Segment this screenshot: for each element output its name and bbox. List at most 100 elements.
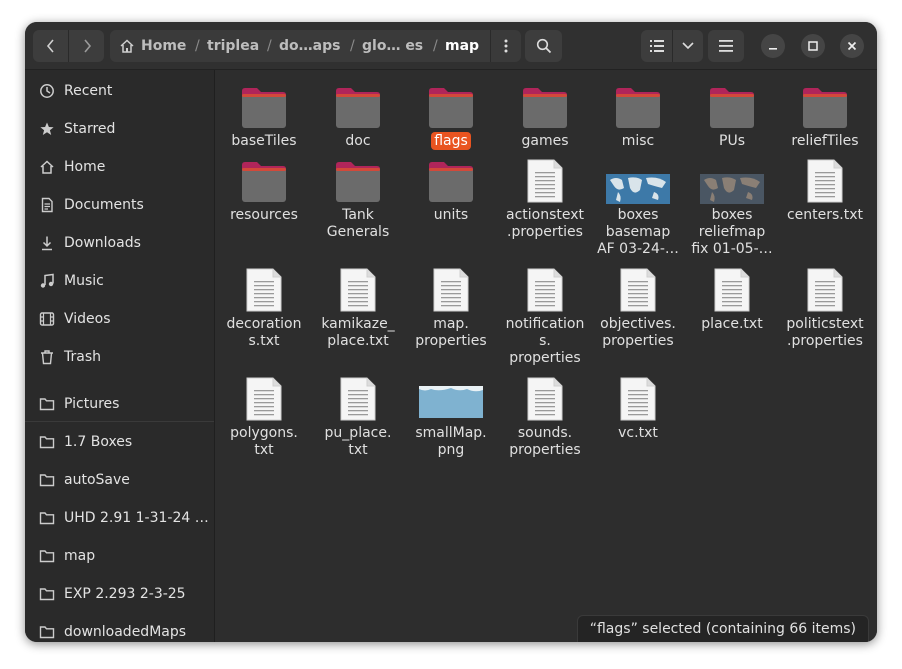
file-name: centers.txt — [786, 207, 864, 223]
file-name: objectives. properties — [600, 316, 676, 349]
file-name: politicstext .properties — [786, 316, 864, 349]
text-file-icon — [714, 268, 750, 312]
text-file-icon — [620, 377, 656, 421]
file-name: sounds. properties — [509, 425, 581, 458]
file-item[interactable]: decoration s.txt — [218, 261, 310, 366]
video-icon — [39, 312, 55, 326]
file-icon-box — [779, 267, 871, 313]
file-icon-box — [592, 267, 684, 313]
sidebar-item-starred[interactable]: Starred — [25, 110, 214, 148]
file-icon-box — [499, 267, 591, 313]
file-item[interactable]: actionstext .properties — [499, 152, 591, 257]
file-name: baseTiles — [231, 133, 297, 149]
file-item[interactable]: centers.txt — [779, 152, 871, 257]
text-file-icon — [807, 268, 843, 312]
file-icon-box — [405, 267, 497, 313]
text-file-icon — [527, 159, 563, 203]
maximize-button[interactable] — [801, 34, 825, 58]
sidebar-bookmark-1-7-boxes[interactable]: 1.7 Boxes — [25, 423, 214, 461]
folder-icon — [429, 88, 473, 128]
file-name: vc.txt — [618, 425, 658, 441]
file-item[interactable]: map. properties — [405, 261, 497, 366]
folder-icon — [710, 88, 754, 128]
file-item[interactable]: smallMap. png — [405, 370, 497, 475]
sidebar-item-label: Home — [64, 159, 106, 175]
file-grid: “flags” selected (containing 66 items) b… — [215, 70, 877, 642]
file-icon-box — [779, 87, 871, 129]
sidebar-item-videos[interactable]: Videos — [25, 300, 214, 338]
home-icon — [120, 39, 134, 53]
sidebar-item-documents[interactable]: Documents — [25, 186, 214, 224]
breadcrumb-home[interactable]: Home — [141, 30, 186, 62]
sidebar-bookmark-exp[interactable]: EXP 2.293 2-3-25 — [25, 575, 214, 613]
file-item[interactable]: objectives. properties — [592, 261, 684, 366]
file-name-selected: flags — [431, 132, 471, 150]
text-file-icon — [246, 377, 282, 421]
sidebar-bookmark-map[interactable]: map — [25, 537, 214, 575]
breadcrumb-global-boxes[interactable]: glo… es — [362, 30, 423, 62]
file-item[interactable]: Tank Generals — [312, 152, 404, 257]
file-item[interactable]: pu_place. txt — [312, 370, 404, 475]
file-icon-box — [499, 376, 591, 422]
folder-icon — [39, 398, 55, 411]
file-item[interactable]: resources — [218, 152, 310, 257]
list-view-button[interactable] — [641, 30, 672, 62]
file-icon-box — [686, 174, 778, 204]
folder-icon — [39, 474, 55, 487]
file-item[interactable]: boxes reliefmap fix 01-05-… — [686, 152, 778, 257]
file-item[interactable]: units — [405, 152, 497, 257]
file-item[interactable]: vc.txt — [592, 370, 684, 475]
sidebar-item-downloads[interactable]: Downloads — [25, 224, 214, 262]
minimize-button[interactable] — [761, 34, 785, 58]
sidebar-bookmark-pictures[interactable]: Pictures — [25, 385, 214, 423]
file-item[interactable]: notification s. properties — [499, 261, 591, 366]
chevron-left-icon — [46, 39, 54, 53]
file-icon-box — [592, 87, 684, 129]
breadcrumb-triplea[interactable]: triplea — [207, 30, 259, 62]
sidebar-item-label: downloadedMaps — [64, 624, 187, 640]
sidebar-item-label: Downloads — [64, 235, 141, 251]
sidebar-item-music[interactable]: Music — [25, 262, 214, 300]
view-options-button[interactable] — [673, 30, 703, 62]
file-name: PUs — [719, 133, 745, 149]
breadcrumb-map[interactable]: map — [445, 30, 479, 62]
breadcrumb-separator: / — [350, 38, 355, 54]
sidebar-bookmark-downloadedmaps[interactable]: downloadedMaps — [25, 613, 214, 642]
main-menu-button[interactable] — [708, 30, 744, 62]
file-name: decoration s.txt — [226, 316, 302, 349]
file-item[interactable]: sounds. properties — [499, 370, 591, 475]
file-item[interactable]: politicstext .properties — [779, 261, 871, 366]
breadcrumb-downloadedmaps[interactable]: do…aps — [279, 30, 340, 62]
file-item[interactable]: boxes basemap AF 03-24-… — [592, 152, 684, 257]
back-button[interactable] — [33, 30, 68, 62]
file-name: map. properties — [415, 316, 487, 349]
search-button[interactable] — [525, 30, 562, 62]
file-icon-box — [218, 376, 310, 422]
file-icon-box — [405, 386, 497, 418]
folder-icon — [336, 162, 380, 202]
sidebar-bookmark-autosave[interactable]: autoSave — [25, 461, 214, 499]
sidebar-item-trash[interactable]: Trash — [25, 338, 214, 376]
forward-button[interactable] — [69, 30, 104, 62]
file-item[interactable]: kamikaze_ place.txt — [312, 261, 404, 366]
file-item[interactable]: polygons. txt — [218, 370, 310, 475]
sidebar-item-label: autoSave — [64, 472, 130, 488]
image-thumbnail-icon — [700, 174, 764, 204]
sidebar: Recent Starred Home Documents Downloads … — [25, 70, 215, 642]
file-name: units — [433, 207, 469, 223]
file-icon-box — [499, 87, 591, 129]
search-icon — [536, 38, 551, 54]
folder-icon — [523, 88, 567, 128]
sidebar-item-label: Starred — [64, 121, 116, 137]
file-item[interactable]: place.txt — [686, 261, 778, 366]
close-button[interactable] — [840, 34, 864, 58]
sidebar-bookmark-uhd[interactable]: UHD 2.91 1-31-24 … — [25, 499, 214, 537]
file-name: reliefTiles — [791, 133, 859, 149]
text-file-icon — [340, 268, 376, 312]
view-toggle-group — [641, 30, 703, 62]
file-icon-box — [312, 267, 404, 313]
folder-icon — [336, 88, 380, 128]
sidebar-item-recent[interactable]: Recent — [25, 72, 214, 110]
path-menu-button[interactable] — [490, 30, 521, 62]
sidebar-item-home[interactable]: Home — [25, 148, 214, 186]
